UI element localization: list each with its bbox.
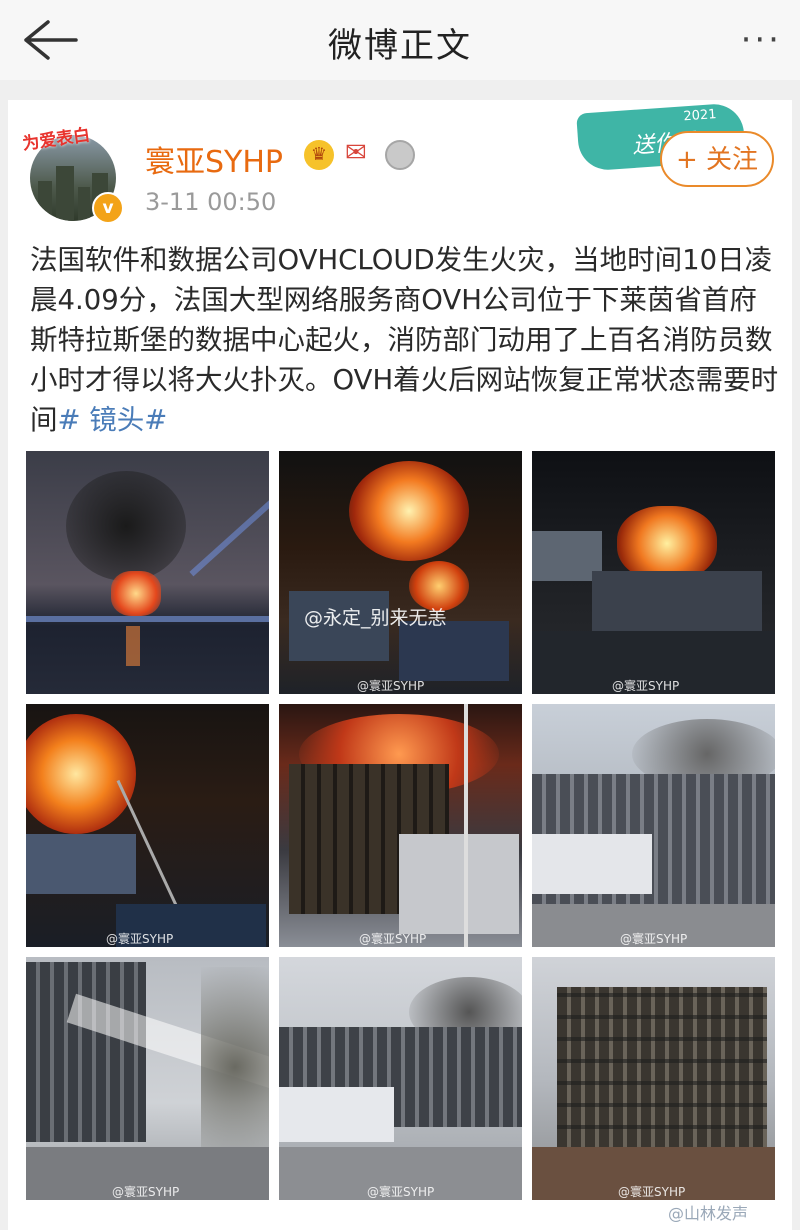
page-title: 微博正文 — [328, 26, 472, 66]
photo-4[interactable]: @寰亚SYHP — [26, 704, 269, 947]
photo-6-watermark: @寰亚SYHP — [620, 932, 688, 946]
photo-5-watermark: @寰亚SYHP — [359, 932, 427, 946]
verified-badge-icon: v — [92, 192, 124, 224]
photo-4-watermark: @寰亚SYHP — [106, 932, 174, 946]
photo-7[interactable]: @寰亚SYHP — [26, 957, 269, 1200]
photo-5[interactable]: @寰亚SYHP — [279, 704, 522, 947]
photo-8-watermark: @寰亚SYHP — [367, 1185, 435, 1199]
image-grid: @永定_别来无恙 @寰亚SYHP @寰亚SYHP @寰亚SYHP @寰亚SYHP… — [26, 451, 776, 1201]
photo-9[interactable]: @寰亚SYHP — [532, 957, 775, 1200]
top-bar: 微博正文 ··· — [0, 0, 800, 80]
certificate-icon: ✉ — [345, 138, 367, 168]
photo-1[interactable] — [26, 451, 269, 694]
photo-8[interactable]: @寰亚SYHP — [279, 957, 522, 1200]
post-timestamp: 3-11 00:50 — [145, 188, 277, 216]
more-options-icon[interactable]: ··· — [741, 20, 782, 60]
crown-icon: ♛ — [304, 140, 334, 170]
photo-3-watermark: @寰亚SYHP — [612, 679, 680, 693]
photo-6[interactable]: @寰亚SYHP — [532, 704, 775, 947]
medal-icon — [385, 140, 415, 170]
follow-button[interactable]: + 关注 — [660, 131, 774, 187]
photo-2-overlay-watermark: @永定_别来无恙 — [304, 607, 447, 629]
photo-2-watermark: @寰亚SYHP — [357, 679, 425, 693]
photo-2[interactable]: @永定_别来无恙 @寰亚SYHP — [279, 451, 522, 694]
photo-9-watermark: @寰亚SYHP — [618, 1185, 686, 1199]
username[interactable]: 寰亚SYHP — [145, 137, 283, 181]
footer-watermark: @山林发声 — [668, 1204, 749, 1223]
banner-year: 2021 — [683, 107, 718, 125]
hashtag-link[interactable]: # 镜头# — [58, 404, 168, 436]
post-text: 法国软件和数据公司OVHCLOUD发生火灾，当地时间10日凌晨4.09分，法国大… — [30, 240, 782, 440]
photo-3[interactable]: @寰亚SYHP — [532, 451, 775, 694]
photo-7-watermark: @寰亚SYHP — [112, 1185, 180, 1199]
